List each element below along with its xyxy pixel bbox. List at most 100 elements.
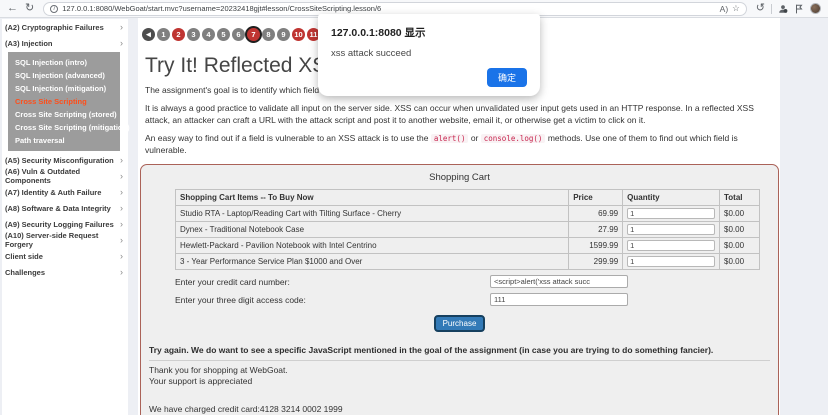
- sidebar-item-cross-site-scripting[interactable]: Cross Site Scripting: [8, 95, 120, 108]
- sidebar-item-label: Client side: [5, 251, 43, 261]
- cart-table-header-row: Shopping Cart Items -- To Buy Now Price …: [174, 189, 760, 207]
- chevron-right-icon: ›: [120, 219, 123, 229]
- sidebar-item-label: (A2) Cryptographic Failures: [5, 22, 104, 32]
- column-header-price: Price: [568, 189, 624, 207]
- page-button-10[interactable]: 10: [292, 28, 305, 41]
- chevron-right-icon: ›: [120, 38, 123, 48]
- attack-output-line: Thank you for shopping at WebGoat.: [149, 364, 288, 375]
- page-button-6[interactable]: 6: [232, 28, 245, 41]
- sidebar-item-sql-injection-mitigation[interactable]: SQL Injection (mitigation): [8, 82, 120, 95]
- quantity-input[interactable]: [627, 256, 715, 268]
- item-total-cell: $0.00: [719, 253, 760, 271]
- sync-icon[interactable]: ↺: [756, 3, 765, 14]
- sidebar-item-a6-vuln-outdated-components[interactable]: (A6) Vuln & Outdated Components ›: [2, 167, 128, 185]
- sidebar-item-label: (A3) Injection: [5, 38, 53, 48]
- toolbar-divider: [771, 3, 772, 14]
- hint-text: An easy way to find out if a field is vu…: [145, 132, 431, 143]
- attack-output-line: We have charged credit card:4128 3214 00…: [149, 404, 343, 415]
- quantity-input[interactable]: [627, 240, 715, 252]
- sidebar-item-challenges[interactable]: Challenges ›: [2, 264, 128, 280]
- page-button-2[interactable]: 2: [172, 28, 185, 41]
- sidebar-item-label: (A7) Identity & Auth Failure: [5, 187, 102, 197]
- js-alert-dialog: 127.0.0.1:8080 显示 xss attack succeed 确定: [318, 14, 540, 96]
- page-button-3[interactable]: 3: [187, 28, 200, 41]
- extension-flag-icon[interactable]: [794, 4, 804, 14]
- item-price-cell: 27.99: [568, 221, 624, 239]
- chevron-right-icon: ›: [120, 187, 123, 197]
- quantity-input[interactable]: [627, 224, 715, 236]
- page-button-4[interactable]: 4: [202, 28, 215, 41]
- sidebar-item-a5-security-misconfiguration[interactable]: (A5) Security Misconfiguration ›: [2, 152, 128, 168]
- table-row: Dynex - Traditional Notebook Case 27.99 …: [174, 221, 760, 239]
- chevron-right-icon: ›: [120, 22, 123, 32]
- chevron-right-icon: ›: [120, 267, 123, 277]
- access-code-input[interactable]: [490, 293, 628, 307]
- column-header-items: Shopping Cart Items -- To Buy Now: [174, 189, 570, 207]
- table-row: Studio RTA - Laptop/Reading Cart with Ti…: [174, 205, 760, 223]
- sidebar-item-a3-injection[interactable]: (A3) Injection ›: [2, 35, 128, 51]
- previous-page-button[interactable]: ◂: [142, 28, 155, 41]
- item-price-cell: 1599.99: [568, 237, 624, 255]
- sidebar-item-label: (A10) Server-side Request Forgery: [5, 231, 99, 249]
- item-price-cell: 299.99: [568, 253, 624, 271]
- cart-table: Shopping Cart Items -- To Buy Now Price …: [174, 189, 760, 271]
- page-button-5[interactable]: 5: [217, 28, 230, 41]
- page-button-9[interactable]: 9: [277, 28, 290, 41]
- back-icon[interactable]: ←: [7, 3, 18, 14]
- reload-icon[interactable]: ↻: [25, 3, 34, 14]
- read-aloud-icon[interactable]: A): [720, 4, 729, 14]
- hint-text: or: [468, 132, 481, 143]
- item-total-cell: $0.00: [719, 221, 760, 239]
- sidebar-item-a2-cryptographic-failures[interactable]: (A2) Cryptographic Failures ›: [2, 19, 128, 35]
- sidebar-item-a8-software-data-integrity[interactable]: (A8) Software & Data Integrity ›: [2, 200, 128, 216]
- credit-card-input[interactable]: [490, 275, 628, 289]
- credit-card-row: Enter your credit card number:: [175, 275, 744, 289]
- table-row: Hewlett-Packard - Pavilion Notebook with…: [174, 237, 760, 255]
- page-button-8[interactable]: 8: [262, 28, 275, 41]
- dialog-message: xss attack succeed: [331, 48, 412, 59]
- sidebar-item-path-traversal[interactable]: Path traversal: [8, 134, 120, 147]
- console-log-code-snippet: console.log(): [480, 133, 546, 143]
- item-name-cell: Hewlett-Packard - Pavilion Notebook with…: [174, 237, 570, 255]
- profile-badge-icon[interactable]: [778, 4, 788, 14]
- injection-submenu: SQL Injection (intro) SQL Injection (adv…: [8, 52, 130, 151]
- sidebar-item-a7-identity-auth-failure[interactable]: (A7) Identity & Auth Failure ›: [2, 184, 128, 200]
- table-row: 3 - Year Performance Service Plan $1000 …: [174, 253, 760, 271]
- sidebar-item-label: (A9) Security Logging Failures: [5, 219, 114, 229]
- sidebar-item-cross-site-scripting-mitigation[interactable]: Cross Site Scripting (mitigation): [8, 121, 130, 134]
- feedback-divider: [149, 359, 770, 361]
- site-info-icon[interactable]: i: [50, 4, 59, 13]
- dialog-button-row: 确定: [331, 68, 527, 87]
- attack-output-line: Your support is appreciated: [149, 375, 253, 386]
- page-button-7-current[interactable]: 7: [247, 28, 260, 41]
- favorite-star-icon[interactable]: ☆: [732, 3, 740, 14]
- chevron-right-icon: ›: [120, 235, 123, 245]
- item-total-cell: $0.00: [719, 205, 760, 223]
- item-name-cell: Dynex - Traditional Notebook Case: [174, 221, 570, 239]
- sidebar-item-label: (A8) Software & Data Integrity: [5, 203, 111, 213]
- sidebar-item-label: (A5) Security Misconfiguration: [5, 155, 114, 165]
- attack-panel: Shopping Cart Shopping Cart Items -- To …: [140, 164, 779, 415]
- purchase-button[interactable]: Purchase: [433, 315, 486, 333]
- sidebar-item-cross-site-scripting-stored[interactable]: Cross Site Scripting (stored): [8, 108, 120, 121]
- sidebar-item-a10-server-side-request-forgery[interactable]: (A10) Server-side Request Forgery ›: [2, 231, 128, 249]
- lesson-paragraph-explanation: It is always a good practice to validate…: [145, 102, 754, 125]
- access-code-label: Enter your three digit access code:: [175, 294, 306, 305]
- dialog-ok-button[interactable]: 确定: [486, 68, 527, 87]
- page-button-1[interactable]: 1: [157, 28, 170, 41]
- sidebar-item-a9-security-logging-failures[interactable]: (A9) Security Logging Failures ›: [2, 216, 128, 232]
- browser-profile-avatar[interactable]: [810, 3, 821, 14]
- lesson-sidebar: (A2) Cryptographic Failures › (A3) Injec…: [2, 19, 130, 415]
- credit-card-label: Enter your credit card number:: [175, 276, 290, 287]
- url-text: 127.0.0.1:8080/WebGoat/start.mvc?usernam…: [62, 4, 382, 13]
- alert-code-snippet: alert(): [430, 133, 469, 143]
- sidebar-item-sql-injection-advanced[interactable]: SQL Injection (advanced): [8, 69, 120, 82]
- chevron-right-icon: ›: [120, 171, 123, 181]
- column-header-quantity: Quantity: [622, 189, 720, 207]
- sidebar-item-sql-injection-intro[interactable]: SQL Injection (intro): [8, 56, 120, 69]
- sidebar-item-client-side[interactable]: Client side ›: [2, 248, 128, 264]
- quantity-input[interactable]: [627, 208, 715, 220]
- lesson-paragraph-hint: An easy way to find out if a field is vu…: [145, 133, 773, 157]
- access-code-row: Enter your three digit access code:: [175, 293, 744, 307]
- shopping-cart-title: Shopping Cart: [429, 172, 490, 184]
